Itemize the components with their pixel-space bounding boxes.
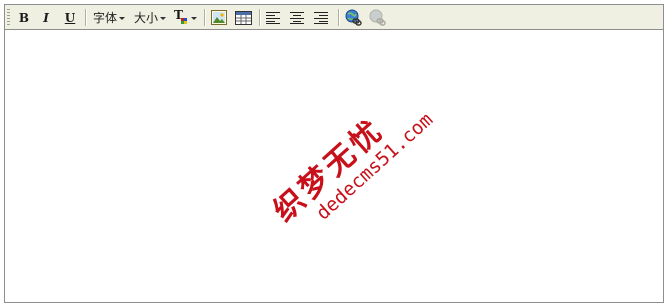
insert-image-button[interactable]: [210, 8, 228, 27]
chevron-down-icon: [119, 16, 125, 20]
font-family-dropdown[interactable]: 字体: [90, 8, 128, 27]
align-right-button[interactable]: [312, 8, 330, 27]
insert-link-button[interactable]: [343, 8, 363, 27]
underline-label: U: [64, 10, 76, 25]
insert-image-icon: [211, 10, 227, 25]
underline-button[interactable]: U: [62, 8, 78, 27]
remove-link-icon: [369, 9, 386, 26]
font-color-icon: T: [173, 8, 189, 26]
font-color-dropdown[interactable]: T: [171, 8, 199, 27]
chevron-down-icon: [160, 16, 166, 20]
italic-label: I: [43, 10, 49, 25]
font-family-label: 字体: [92, 11, 117, 25]
chevron-down-icon: [191, 16, 197, 20]
align-center-icon: [290, 11, 304, 24]
rich-text-editor: B I U 字体 大小 T 织梦无忧 dedecms51.com: [4, 4, 664, 303]
font-size-dropdown[interactable]: 大小: [131, 8, 169, 27]
align-left-icon: [266, 11, 280, 24]
insert-table-icon: [234, 10, 252, 25]
italic-button[interactable]: I: [38, 8, 54, 27]
align-left-button[interactable]: [264, 8, 282, 27]
editor-content-area[interactable]: 织梦无忧 dedecms51.com: [5, 30, 663, 302]
toolbar-separator: [338, 9, 340, 26]
insert-link-icon: [345, 9, 362, 26]
align-center-button[interactable]: [288, 8, 306, 27]
align-right-icon: [314, 11, 328, 24]
bold-label: B: [18, 10, 30, 25]
bold-button[interactable]: B: [16, 8, 32, 27]
editor-toolbar: B I U 字体 大小 T: [5, 5, 663, 30]
font-size-label: 大小: [133, 11, 158, 25]
insert-table-button[interactable]: [234, 8, 252, 27]
toolbar-separator: [259, 9, 261, 26]
toolbar-separator: [85, 9, 87, 26]
toolbar-separator: [204, 9, 206, 26]
toolbar-grip[interactable]: [7, 9, 10, 25]
site-watermark: 织梦无忧 dedecms51.com: [267, 109, 437, 229]
remove-link-button[interactable]: [367, 8, 387, 27]
